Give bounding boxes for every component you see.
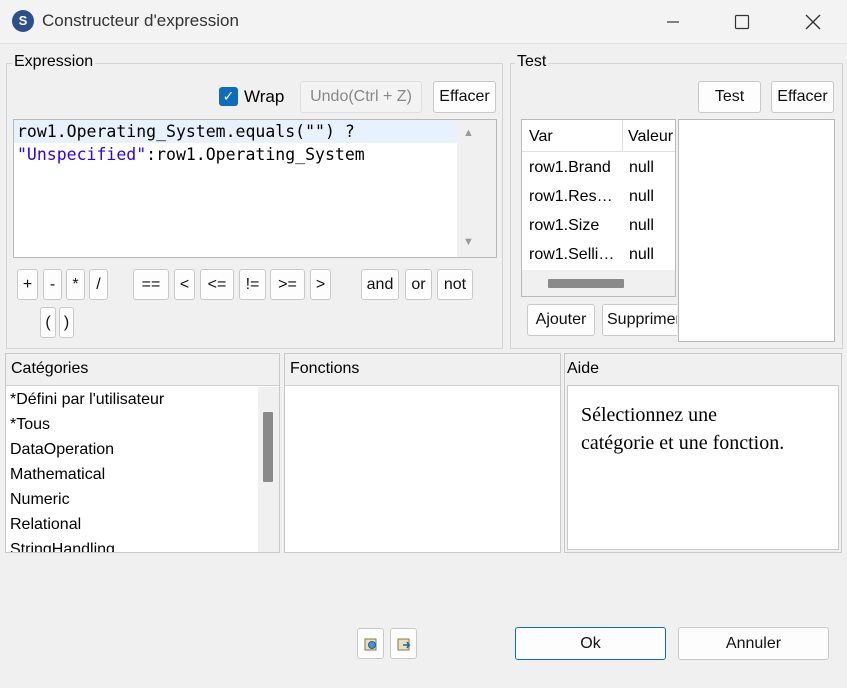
table-row-value[interactable]: null <box>625 242 654 267</box>
help-text: Sélectionnez une catégorie et une foncti… <box>581 401 784 457</box>
test-result-area[interactable] <box>678 119 835 342</box>
scroll-up-icon[interactable]: ▲ <box>463 127 474 139</box>
horizontal-scrollbar[interactable] <box>522 270 675 296</box>
code-line-2-rest: :row1.Operating_System <box>146 145 365 164</box>
table-row-var[interactable]: row1.Selli… <box>525 242 614 267</box>
categories-list[interactable]: *Défini par l'utilisateur *Tous DataOper… <box>6 387 258 552</box>
functions-panel[interactable]: Fonctions <box>284 353 561 553</box>
minimize-icon[interactable] <box>650 6 696 38</box>
wrap-label: Wrap <box>244 87 285 106</box>
column-divider <box>622 120 623 152</box>
list-item[interactable]: *Tous <box>6 412 258 437</box>
help-panel: Aide Sélectionnez une catégorie et une f… <box>564 353 842 553</box>
list-item[interactable]: Mathematical <box>6 462 258 487</box>
table-row-value[interactable]: null <box>625 184 654 209</box>
help-text-line: catégorie et une fonction. <box>581 432 785 454</box>
col-var-header[interactable]: Var <box>529 128 553 146</box>
and-button[interactable]: and <box>361 269 399 300</box>
import-expression-icon[interactable] <box>357 628 384 659</box>
export-expression-icon[interactable] <box>390 628 417 659</box>
code-line-2: "Unspecified":row1.Operating_System <box>17 143 365 166</box>
multiply-button[interactable]: * <box>66 269 85 300</box>
test-button[interactable]: Test <box>698 81 761 113</box>
equals-button[interactable]: == <box>133 269 169 300</box>
clear-test-button[interactable]: Effacer <box>771 81 834 113</box>
less-equal-button[interactable]: <= <box>200 269 234 300</box>
table-row-value[interactable]: null <box>625 155 654 180</box>
ok-button[interactable]: Ok <box>515 627 666 660</box>
categories-panel: Catégories *Défini par l'utilisateur *To… <box>5 353 280 553</box>
divide-button[interactable]: / <box>89 269 108 300</box>
list-item[interactable]: Relational <box>6 512 258 537</box>
expression-group-label: Expression <box>12 53 96 71</box>
scrollbar-thumb[interactable] <box>548 279 624 288</box>
functions-header: Fonctions <box>285 354 560 386</box>
help-text-area: Sélectionnez une catégorie et une foncti… <box>567 385 839 550</box>
right-paren-button[interactable]: ) <box>59 307 74 338</box>
window-title: Constructeur d'expression <box>42 11 239 30</box>
or-button[interactable]: or <box>405 269 432 300</box>
table-row-value[interactable]: null <box>625 213 654 238</box>
help-header: Aide <box>567 360 600 377</box>
greater-than-button[interactable]: > <box>310 269 331 300</box>
less-than-button[interactable]: < <box>174 269 195 300</box>
remove-button-clip: Supprimer <box>602 304 677 336</box>
table-row-var[interactable]: row1.Res… <box>525 184 613 209</box>
undo-button[interactable]: Undo(Ctrl + Z) <box>300 81 422 113</box>
categories-header: Catégories <box>6 354 279 386</box>
add-button[interactable]: Ajouter <box>527 304 595 336</box>
maximize-icon[interactable] <box>719 6 765 38</box>
wrap-checkbox[interactable]: ✓ <box>219 87 238 106</box>
close-icon[interactable] <box>790 6 836 38</box>
test-group-label: Test <box>515 53 549 71</box>
scroll-down-icon[interactable]: ▼ <box>463 236 474 248</box>
plus-button[interactable]: + <box>17 269 38 300</box>
left-paren-button[interactable]: ( <box>40 307 56 338</box>
not-equal-button[interactable]: != <box>239 269 266 300</box>
test-variables-table[interactable]: Var Valeur row1.Brand null row1.Res… nul… <box>521 119 676 297</box>
code-string-literal: "Unspecified" <box>17 145 147 164</box>
table-header: Var Valeur <box>522 120 675 152</box>
categories-scrollbar[interactable] <box>258 387 279 552</box>
minus-button[interactable]: - <box>43 269 62 300</box>
list-item[interactable]: Numeric <box>6 487 258 512</box>
help-text-line: Sélectionnez une <box>581 404 718 426</box>
remove-button[interactable]: Supprimer <box>602 304 677 336</box>
not-button[interactable]: not <box>437 269 473 300</box>
code-line-1: row1.Operating_System.equals("") ? <box>17 122 355 141</box>
table-row-var[interactable]: row1.Brand <box>525 155 611 180</box>
scrollbar-thumb[interactable] <box>263 412 273 482</box>
clear-expression-button[interactable]: Effacer <box>433 81 496 113</box>
list-item[interactable]: StringHandling <box>6 537 258 552</box>
cancel-button[interactable]: Annuler <box>678 627 829 660</box>
list-item[interactable]: *Défini par l'utilisateur <box>6 387 258 412</box>
greater-equal-button[interactable]: >= <box>270 269 305 300</box>
app-icon: S <box>12 10 34 32</box>
col-value-header[interactable]: Valeur <box>628 128 673 146</box>
list-item[interactable]: DataOperation <box>6 437 258 462</box>
table-row-var[interactable]: row1.Size <box>525 213 599 238</box>
